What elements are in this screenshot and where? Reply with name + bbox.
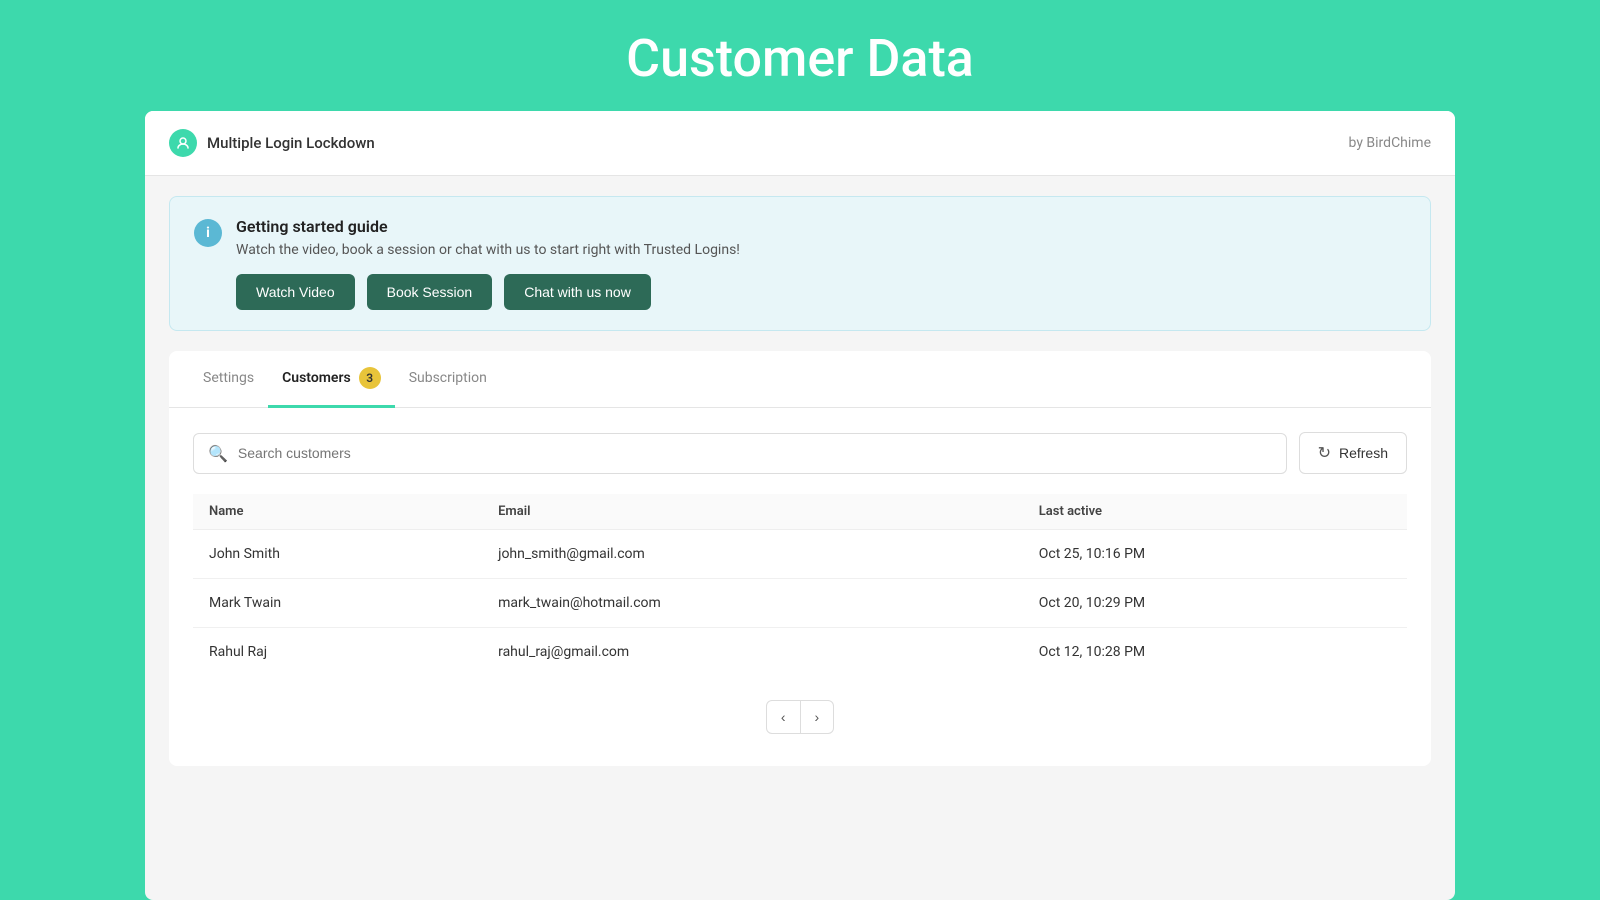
search-icon: 🔍 (208, 444, 228, 463)
cell-name: Rahul Raj (193, 628, 482, 677)
book-session-button[interactable]: Book Session (367, 274, 493, 310)
main-content: i Getting started guide Watch the video,… (145, 176, 1455, 786)
col-last-active: Last active (1023, 494, 1407, 530)
tab-settings[interactable]: Settings (189, 351, 268, 408)
getting-started-buttons: Watch Video Book Session Chat with us no… (236, 274, 740, 310)
app-header-left: Multiple Login Lockdown (169, 129, 375, 157)
tab-subscription[interactable]: Subscription (395, 351, 501, 408)
app-container: Multiple Login Lockdown by BirdChime i G… (145, 111, 1455, 900)
table-row: Rahul Raj rahul_raj@gmail.com Oct 12, 10… (193, 628, 1407, 677)
table-header-row: Name Email Last active (193, 494, 1407, 530)
tab-subscription-label: Subscription (409, 370, 487, 386)
cell-last-active: Oct 25, 10:16 PM (1023, 530, 1407, 579)
cell-last-active: Oct 20, 10:29 PM (1023, 579, 1407, 628)
logo-icon (169, 129, 197, 157)
tabs-container: Settings Customers 3 Subscription 🔍 (169, 351, 1431, 766)
cell-last-active: Oct 12, 10:28 PM (1023, 628, 1407, 677)
refresh-button[interactable]: ↻ Refresh (1299, 432, 1407, 474)
prev-page-button[interactable]: ‹ (766, 700, 801, 734)
cell-name: John Smith (193, 530, 482, 579)
customers-badge: 3 (359, 367, 381, 389)
page-title: Customer Data (0, 0, 1600, 111)
cell-email: mark_twain@hotmail.com (482, 579, 1023, 628)
search-input[interactable] (238, 445, 1272, 461)
chat-button[interactable]: Chat with us now (504, 274, 651, 310)
app-name: Multiple Login Lockdown (207, 134, 375, 152)
cell-email: rahul_raj@gmail.com (482, 628, 1023, 677)
table-row: John Smith john_smith@gmail.com Oct 25, … (193, 530, 1407, 579)
search-refresh-row: 🔍 ↻ Refresh (193, 432, 1407, 474)
watch-video-button[interactable]: Watch Video (236, 274, 355, 310)
tab-customers[interactable]: Customers 3 (268, 351, 395, 408)
app-header: Multiple Login Lockdown by BirdChime (145, 111, 1455, 176)
info-icon: i (194, 219, 222, 247)
table-head: Name Email Last active (193, 494, 1407, 530)
tabs-nav: Settings Customers 3 Subscription (169, 351, 1431, 408)
pagination: ‹ › (193, 676, 1407, 742)
table-body: John Smith john_smith@gmail.com Oct 25, … (193, 530, 1407, 677)
tab-settings-label: Settings (203, 370, 254, 386)
customers-table: Name Email Last active John Smith john_s… (193, 494, 1407, 676)
refresh-icon: ↻ (1318, 443, 1331, 463)
getting-started-body: Getting started guide Watch the video, b… (236, 217, 740, 310)
cell-email: john_smith@gmail.com (482, 530, 1023, 579)
cell-name: Mark Twain (193, 579, 482, 628)
getting-started-description: Watch the video, book a session or chat … (236, 242, 740, 258)
next-page-button[interactable]: › (801, 700, 835, 734)
table-row: Mark Twain mark_twain@hotmail.com Oct 20… (193, 579, 1407, 628)
col-email: Email (482, 494, 1023, 530)
tab-customers-label: Customers (282, 370, 351, 386)
refresh-label: Refresh (1339, 445, 1388, 461)
col-name: Name (193, 494, 482, 530)
getting-started-title: Getting started guide (236, 217, 740, 236)
search-box: 🔍 (193, 433, 1287, 474)
by-birdchime: by BirdChime (1349, 135, 1431, 151)
getting-started-card: i Getting started guide Watch the video,… (169, 196, 1431, 331)
tab-content: 🔍 ↻ Refresh Name Email Last active (169, 408, 1431, 766)
